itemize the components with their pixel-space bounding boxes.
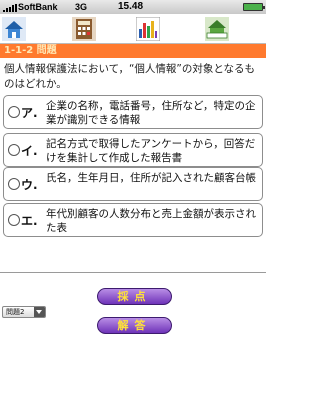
calculator-icon[interactable] (72, 17, 96, 41)
radio-button[interactable] (8, 144, 20, 156)
option-letter: イ. (21, 144, 38, 158)
radio-button[interactable] (8, 214, 20, 226)
battery-icon (243, 3, 265, 11)
answer-option-a[interactable]: ア. 企業の名称，電話番号，住所など，特定の企業が識別できる情報 (3, 95, 263, 129)
grade-button[interactable]: 採点 (97, 288, 172, 305)
option-text: 年代別顧客の人数分布と売上金額が表示された表 (46, 208, 256, 234)
option-letter: ア. (21, 106, 38, 120)
option-letter: ウ. (21, 178, 38, 192)
option-text: 氏名，生年月日，住所が記入された顧客台帳 (46, 172, 256, 184)
answer-button[interactable]: 解答 (97, 317, 172, 334)
toolbar (0, 14, 266, 44)
option-text: 記名方式で取得したアンケートから，回答だけを集計して作成した報告書 (46, 138, 256, 164)
exit-icon[interactable] (205, 17, 229, 41)
signal-strength-icon (3, 4, 17, 12)
home-icon[interactable] (2, 17, 26, 41)
question-header: 1-1-2 問題 (0, 44, 266, 58)
answer-option-u[interactable]: ウ. 氏名，生年月日，住所が記入された顧客台帳 (3, 167, 263, 201)
chevron-down-icon (34, 307, 45, 317)
answer-option-e[interactable]: エ. 年代別顧客の人数分布と売上金額が表示された表 (3, 203, 263, 237)
network-type: 3G (75, 2, 88, 12)
question-text: 個人情報保護法において，“個人情報”の対象となるものはどれか。 (4, 63, 256, 90)
question-select[interactable]: 問題2 (2, 306, 46, 318)
clock: 15.48 (118, 1, 144, 12)
bottom-space (0, 387, 266, 400)
radio-button[interactable] (8, 106, 20, 118)
radio-button[interactable] (8, 178, 20, 190)
option-letter: エ. (21, 214, 38, 228)
option-text: 企業の名称，電話番号，住所など，特定の企業が識別できる情報 (46, 100, 256, 126)
answer-option-i[interactable]: イ. 記名方式で取得したアンケートから，回答だけを集計して作成した報告書 (3, 133, 263, 167)
question-select-value: 問題2 (6, 308, 25, 316)
chart-icon[interactable] (136, 17, 160, 41)
carrier-name: SoftBank (18, 2, 58, 12)
status-bar: SoftBank 3G 15.48 (0, 0, 266, 14)
divider (0, 272, 266, 273)
